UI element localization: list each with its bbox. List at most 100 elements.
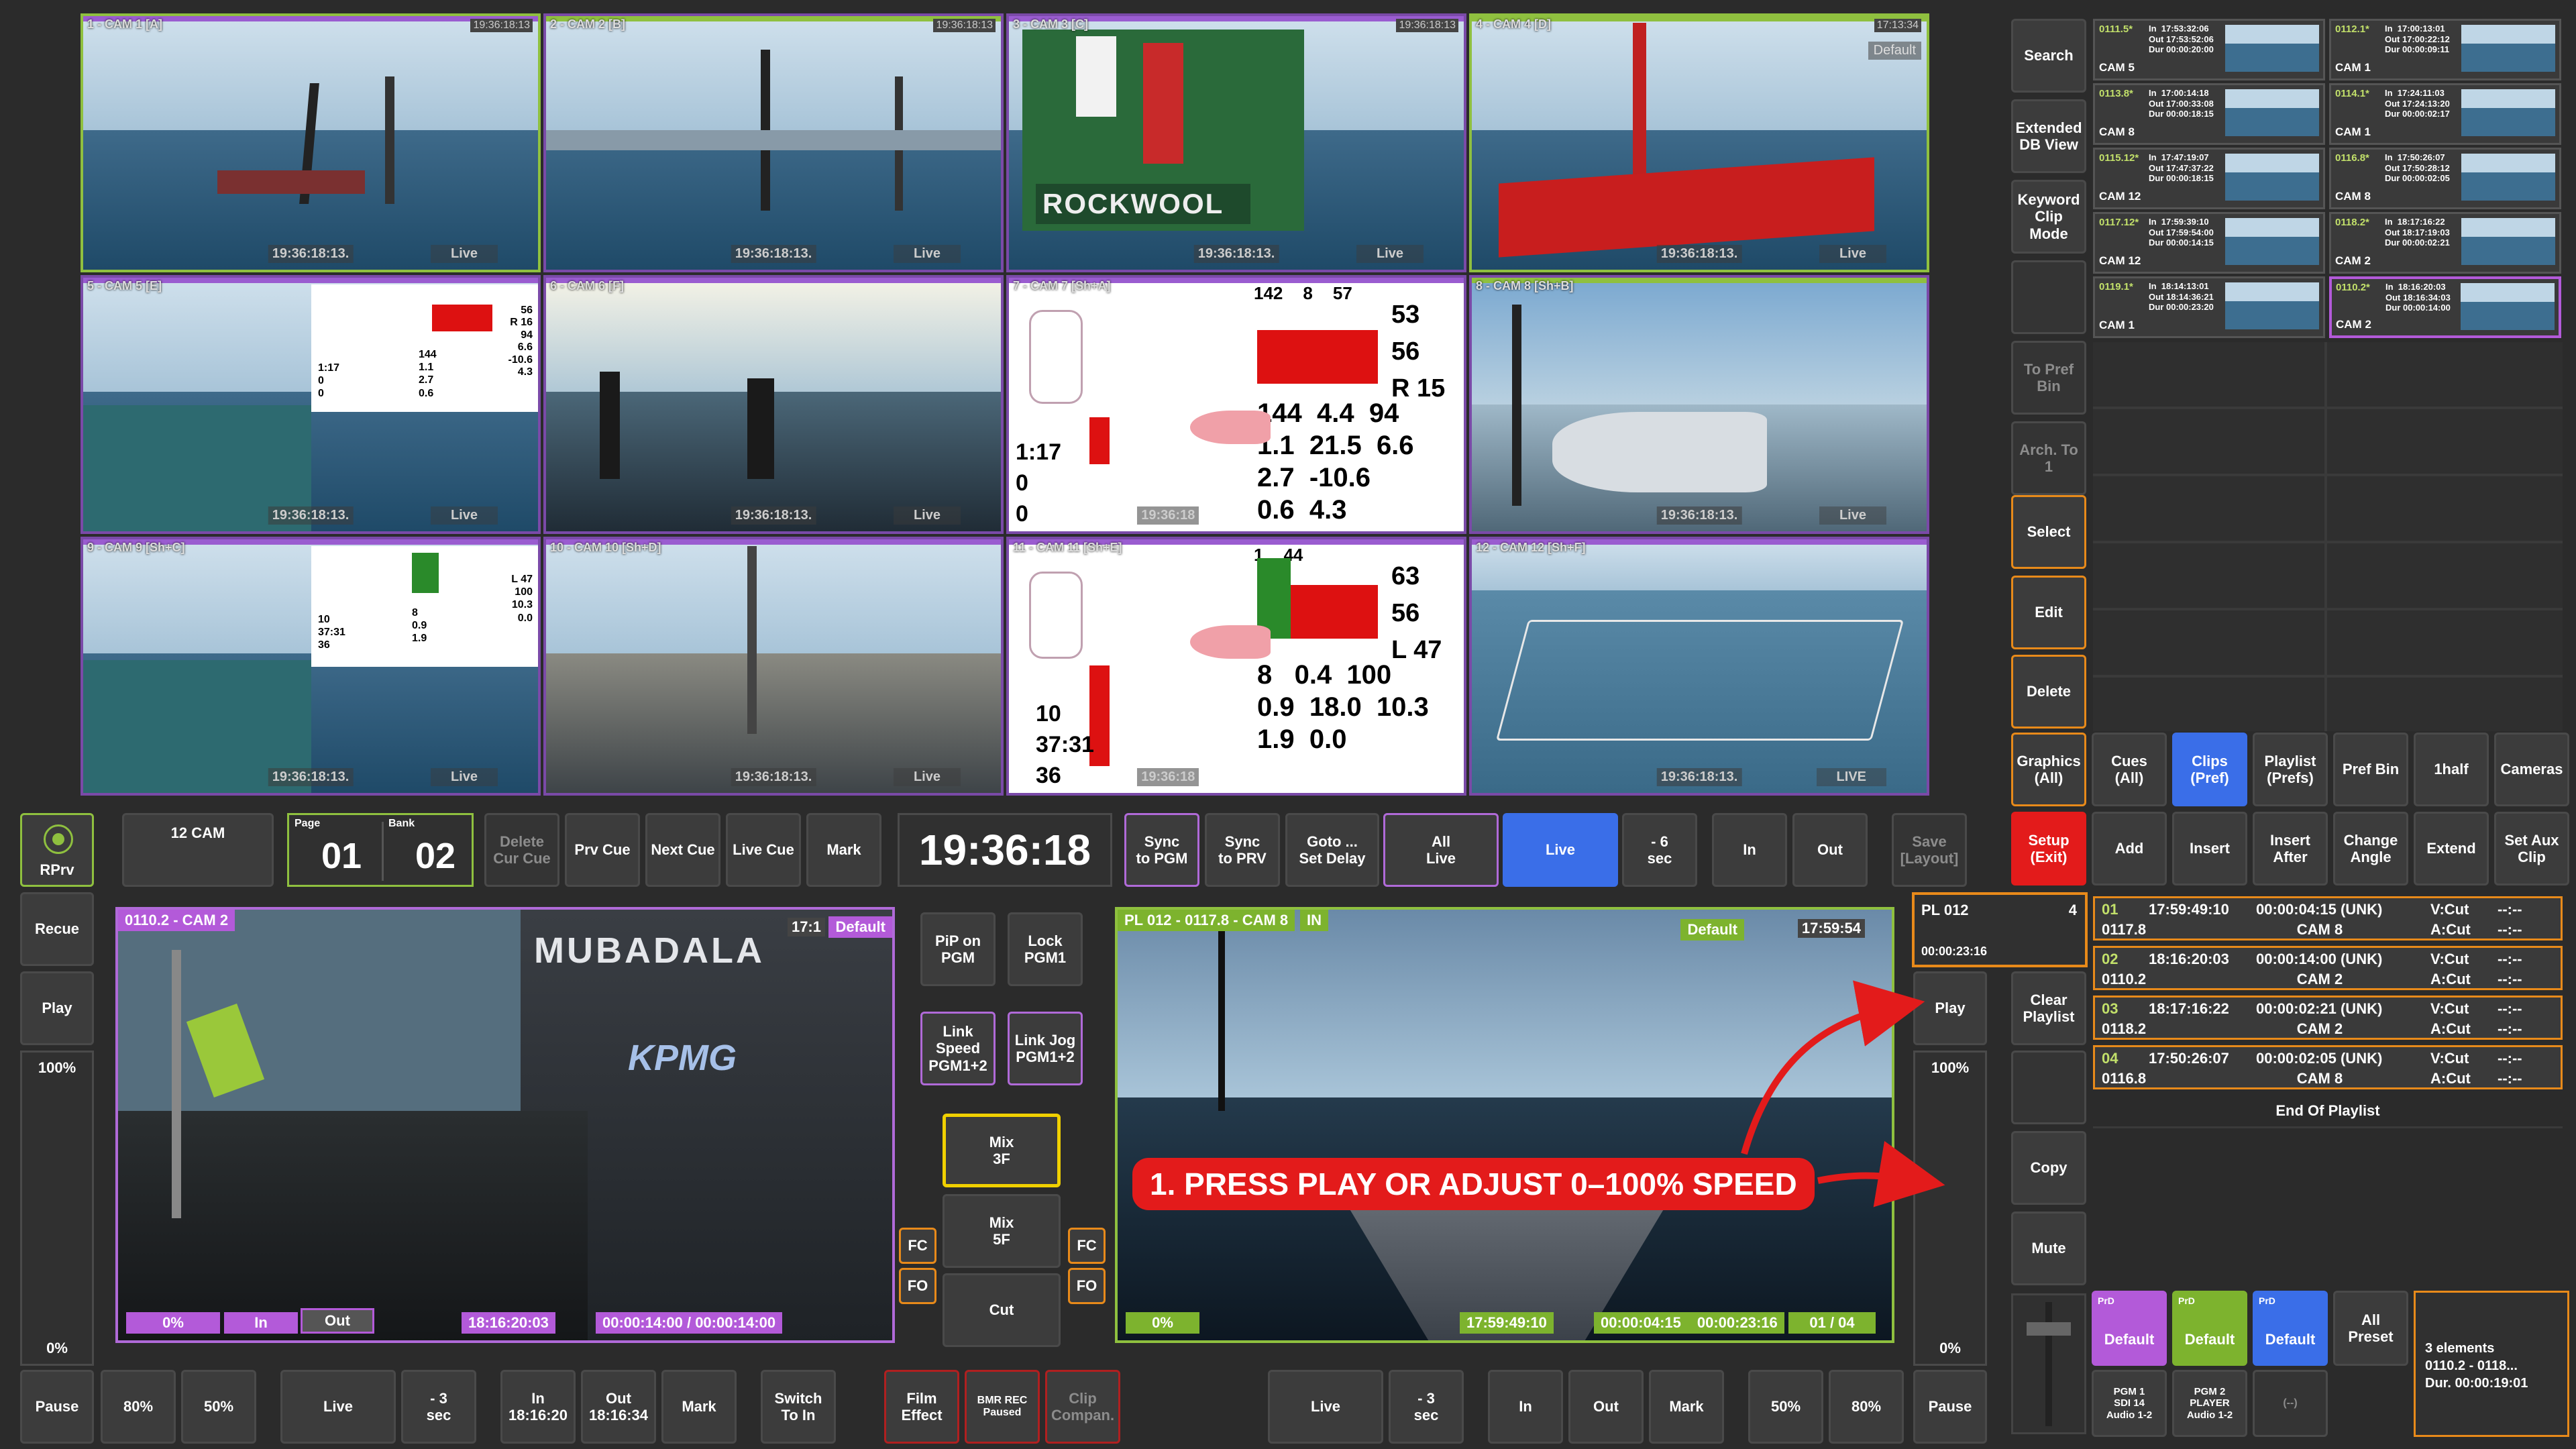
clear-playlist-button[interactable]: Clear Playlist (2011, 971, 2086, 1045)
save-layout-button[interactable]: Save [Layout] (1892, 813, 1967, 887)
pause-button-left[interactable]: Pause (20, 1370, 94, 1444)
film-effect-button[interactable]: Film Effect (884, 1370, 959, 1444)
change-angle-button[interactable]: Change Angle (2333, 812, 2408, 885)
clip-cell[interactable]: 0119.1* In 18:14:13:01 Out 18:14:36:21 D… (2093, 276, 2325, 338)
fc-button-right[interactable]: FC (1068, 1228, 1106, 1264)
preset-default-3[interactable]: PrD Default (2253, 1291, 2328, 1366)
insert-after-button[interactable]: Insert After (2253, 812, 2328, 885)
clip-cell[interactable]: 0110.2* In 18:16:20:03 Out 18:16:34:03 D… (2329, 276, 2561, 338)
tab-graphics[interactable]: Graphics (All) (2011, 733, 2086, 806)
in-button-left[interactable]: In 18:16:20 (500, 1370, 576, 1444)
clip-cell[interactable]: 0111.5* In 17:53:32:06 Out 17:53:52:06 D… (2093, 19, 2325, 80)
output-empty[interactable]: (--) (2253, 1370, 2328, 1437)
to-pref-bin-button[interactable]: To Pref Bin (2011, 341, 2086, 415)
sync-pgm-button[interactable]: Sync to PGM (1124, 813, 1199, 887)
multiview-tile-cam7[interactable]: 1:17 0 0 142 8 57 53 56 R 15 144 4.4 94 … (1006, 275, 1466, 534)
mark-button-right[interactable]: Mark (1649, 1370, 1724, 1444)
extended-db-view-button[interactable]: Extended DB View (2011, 99, 2086, 173)
insert-button[interactable]: Insert (2172, 812, 2247, 885)
multiview-tile-cam1[interactable]: 1 - CAM 1 [A] 19:36:18:13 19:36:18:13. L… (80, 13, 541, 272)
minus-6-sec-button[interactable]: - 6 sec (1622, 813, 1697, 887)
add-button[interactable]: Add (2092, 812, 2167, 885)
arch-to-button[interactable]: Arch. To 1 (2011, 421, 2086, 495)
all-live-button[interactable]: All Live (1383, 813, 1499, 887)
multiview-tile-cam12[interactable]: 12 - CAM 12 [Sh+F] 19:36:18:13. LIVE (1469, 537, 1929, 796)
playlist-row[interactable]: 03 18:17:16:22 00:00:02:21 (UNK) V:Cut -… (2093, 996, 2563, 1040)
clip-cell[interactable]: 0116.8* In 17:50:26:07 Out 17:50:28:12 D… (2329, 148, 2561, 209)
clip-cell[interactable]: 0115.12* In 17:47:19:07 Out 17:47:37:22 … (2093, 148, 2325, 209)
pip-on-pgm-button[interactable]: PiP on PGM (920, 912, 996, 986)
copy-button[interactable]: Copy (2011, 1131, 2086, 1205)
clip-cell[interactable]: 0113.8* In 17:00:14:18 Out 17:00:33:08 D… (2093, 83, 2325, 145)
live-button-left[interactable]: Live (280, 1370, 396, 1444)
delete-cue-button[interactable]: Delete Cur Cue (484, 813, 559, 887)
search-button[interactable]: Search (2011, 19, 2086, 93)
fo-button-right[interactable]: FO (1068, 1268, 1106, 1304)
fo-button-left[interactable]: FO (899, 1268, 936, 1304)
tab-cameras[interactable]: Cameras (2494, 733, 2569, 806)
minus-3-sec-button-right[interactable]: - 3 sec (1389, 1370, 1464, 1444)
lock-pgm1-button[interactable]: Lock PGM1 (1008, 912, 1083, 986)
tab-playlist[interactable]: Playlist (Prefs) (2253, 733, 2328, 806)
mix-3f-button[interactable]: Mix 3F (943, 1114, 1061, 1187)
audio-fader[interactable] (2011, 1293, 2086, 1434)
clip-cell[interactable]: 0117.12* In 17:59:39:10 Out 17:59:54:00 … (2093, 212, 2325, 274)
live-button[interactable]: Live (1503, 813, 1618, 887)
clip-cell[interactable]: 0114.1* In 17:24:11:03 Out 17:24:13:20 D… (2329, 83, 2561, 145)
play-button-left[interactable]: Play (20, 971, 94, 1045)
output-pgm2[interactable]: PGM 2 PLAYER Audio 1-2 (2172, 1370, 2247, 1437)
select-button[interactable]: Select (2011, 495, 2086, 569)
empty-side-button[interactable] (2011, 260, 2086, 334)
tab-pref-bin[interactable]: Pref Bin (2333, 733, 2408, 806)
page-bank[interactable]: Page 01 Bank 02 (287, 813, 474, 887)
delete-button[interactable]: Delete (2011, 655, 2086, 729)
multiview-tile-cam2[interactable]: 2 - CAM 2 [B] 19:36:18:13 19:36:18:13. L… (543, 13, 1004, 272)
playlist-header[interactable]: PL 012 4 00:00:23:16 (1912, 892, 2088, 967)
link-jog-button[interactable]: Link Jog PGM1+2 (1008, 1012, 1083, 1085)
switch-to-in-button[interactable]: Switch To In (761, 1370, 836, 1444)
multiview-tile-cam6[interactable]: 6 - CAM 6 [F] 19:36:18:13. Live (543, 275, 1004, 534)
cut-button[interactable]: Cut (943, 1273, 1061, 1347)
cam-mode-button[interactable]: 12 CAM (122, 813, 274, 887)
clip-cell[interactable]: 0112.1* In 17:00:13:01 Out 17:00:22:12 D… (2329, 19, 2561, 80)
setup-exit-button[interactable]: Setup (Exit) (2011, 812, 2086, 885)
goto-set-delay-button[interactable]: Goto ... Set Delay (1285, 813, 1379, 887)
mix-5f-button[interactable]: Mix 5F (943, 1194, 1061, 1268)
clip-companion-button[interactable]: Clip Compan. (1045, 1370, 1120, 1444)
link-speed-button[interactable]: Link Speed PGM1+2 (920, 1012, 996, 1085)
playlist-row[interactable]: 04 17:50:26:07 00:00:02:05 (UNK) V:Cut -… (2093, 1045, 2563, 1089)
rprv-button[interactable]: RPrv (20, 813, 94, 887)
prv-cue-button[interactable]: Prv Cue (565, 813, 640, 887)
playlist-row[interactable]: 02 18:16:20:03 00:00:14:00 (UNK) V:Cut -… (2093, 946, 2563, 990)
preset-default-1[interactable]: PrD Default (2092, 1291, 2167, 1366)
clip-cell[interactable]: 0118.2* In 18:17:16:22 Out 18:17:19:03 D… (2329, 212, 2561, 274)
live-button-right[interactable]: Live (1268, 1370, 1383, 1444)
preset-default-2[interactable]: PrD Default (2172, 1291, 2247, 1366)
multiview-tile-cam3[interactable]: ROCKWOOL 3 - CAM 3 [C] 19:36:18:13 19:36… (1006, 13, 1466, 272)
left-monitor[interactable]: MUBADALA KPMG 0110.2 - CAM 2 17:1 Defaul… (115, 907, 895, 1343)
all-preset-button[interactable]: All Preset (2333, 1291, 2408, 1366)
in-button[interactable]: In (1712, 813, 1787, 887)
fc-button-left[interactable]: FC (899, 1228, 936, 1264)
tab-1half[interactable]: 1half (2414, 733, 2489, 806)
tab-cues[interactable]: Cues (All) (2092, 733, 2167, 806)
next-cue-button[interactable]: Next Cue (645, 813, 720, 887)
pause-button-right[interactable]: Pause (1913, 1370, 1987, 1444)
edit-button[interactable]: Edit (2011, 576, 2086, 649)
minus-3-sec-button-left[interactable]: - 3 sec (401, 1370, 476, 1444)
multiview-tile-cam9[interactable]: L 47 100 10.3 0.0 8 0.9 1.9 10 37:31 36 … (80, 537, 541, 796)
fader-knob[interactable] (2027, 1322, 2071, 1336)
bmr-rec-button[interactable]: BMR REC Paused (965, 1370, 1040, 1444)
out-button-right[interactable]: Out (1568, 1370, 1644, 1444)
set-aux-clip-button[interactable]: Set Aux Clip (2494, 812, 2569, 885)
in-button-right[interactable]: In (1488, 1370, 1563, 1444)
mark-button-left[interactable]: Mark (661, 1370, 737, 1444)
mark-cue-button[interactable]: Mark (806, 813, 881, 887)
out-button-left[interactable]: Out 18:16:34 (581, 1370, 656, 1444)
speed-50-button-left[interactable]: 50% (181, 1370, 256, 1444)
keyword-clip-mode-button[interactable]: Keyword Clip Mode (2011, 180, 2086, 254)
speed-80-button-right[interactable]: 80% (1829, 1370, 1904, 1444)
playlist-row[interactable]: 01 17:59:49:10 00:00:04:15 (UNK) V:Cut -… (2093, 896, 2563, 941)
multiview-tile-cam4[interactable]: 4 - CAM 4 [D] 17:13:34 Default 19:36:18:… (1469, 13, 1929, 272)
live-cue-button[interactable]: Live Cue (726, 813, 801, 887)
